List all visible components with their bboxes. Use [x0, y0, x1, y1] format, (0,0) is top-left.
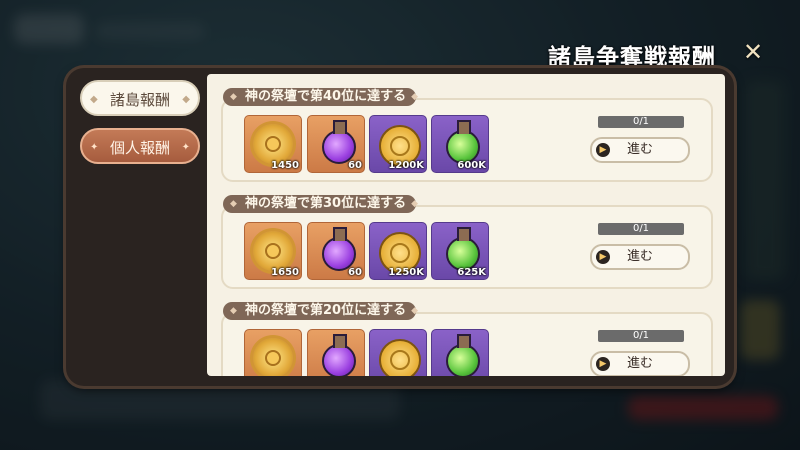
reward-slot[interactable]: 1450	[244, 115, 302, 173]
diamond-icon: ◆	[182, 94, 190, 105]
gear-token-icon	[253, 231, 293, 271]
progress-bar: 0/1	[598, 223, 684, 235]
reward-slot[interactable]: 600K	[431, 115, 489, 173]
go-button[interactable]: ▶ 進む	[590, 351, 690, 376]
modal-title: 諸島争奪戦報酬	[548, 45, 716, 71]
reward-slot[interactable]	[369, 329, 427, 376]
progress-bar: 0/1	[598, 116, 684, 128]
reward-count: 1450	[271, 160, 299, 171]
mission-header: ◆ 神の祭壇で第20位に達する ◆	[223, 302, 419, 320]
diamond-icon: ◆	[411, 199, 419, 209]
mission-header: ◆ 神の祭壇で第30位に達する ◆	[223, 195, 419, 213]
reward-count: 625K	[457, 267, 486, 278]
reward-slot[interactable]: 1200K	[369, 115, 427, 173]
go-button-label: 進む	[626, 142, 653, 157]
tab-personal-rewards[interactable]: ✦ 個人報酬 ✦	[80, 128, 200, 164]
diamond-icon: ◆	[230, 306, 237, 316]
green-potion-icon	[446, 227, 480, 271]
tab-label: 個人報酬	[109, 139, 170, 157]
reward-slot[interactable]	[431, 329, 489, 376]
reward-slot[interactable]: 60	[307, 115, 365, 173]
diamond-icon: ◆	[90, 94, 98, 105]
reward-count: 1200K	[388, 160, 424, 171]
reward-count: 600K	[457, 160, 486, 171]
progress-text: 0/1	[632, 330, 650, 341]
progress-text: 0/1	[632, 223, 650, 234]
tab-label: 諸島報酬	[109, 91, 170, 109]
reward-slot[interactable]: 625K	[431, 222, 489, 280]
mission-label: 神の祭壇で第20位に達する	[245, 303, 407, 318]
arrow-right-icon: ▶	[596, 143, 610, 157]
arrow-right-icon: ▶	[596, 250, 610, 264]
reward-count: 1250K	[388, 267, 424, 278]
reward-slot[interactable]: 1250K	[369, 222, 427, 280]
gold-coin-icon	[379, 339, 421, 376]
go-button-label: 進む	[626, 249, 653, 264]
diamond-icon: ◆	[230, 199, 237, 209]
purple-potion-icon	[322, 227, 356, 271]
reward-slot[interactable]	[307, 329, 365, 376]
gear-token-icon	[253, 124, 293, 164]
green-potion-icon	[446, 334, 480, 376]
go-button[interactable]: ▶ 進む	[590, 244, 690, 270]
mission-header: ◆ 神の祭壇で第40位に達する ◆	[223, 88, 419, 106]
progress-text: 0/1	[632, 116, 650, 127]
close-icon[interactable]: ✕	[740, 38, 766, 66]
mission-label: 神の祭壇で第40位に達する	[245, 89, 407, 104]
diamond-icon: ◆	[230, 92, 237, 102]
purple-potion-icon	[322, 120, 356, 164]
arrow-right-icon: ▶	[596, 357, 610, 371]
diamond-icon: ◆	[411, 92, 419, 102]
mission-label: 神の祭壇で第30位に達する	[245, 196, 407, 211]
purple-potion-icon	[322, 334, 356, 376]
go-button[interactable]: ▶ 進む	[590, 137, 690, 163]
reward-count: 60	[348, 267, 362, 278]
tab-island-rewards[interactable]: ◆ 諸島報酬 ◆	[80, 80, 200, 116]
sparkle-icon: ✦	[181, 142, 190, 153]
sparkle-icon: ✦	[90, 142, 99, 153]
reward-slot[interactable]	[244, 329, 302, 376]
reward-slot[interactable]: 60	[307, 222, 365, 280]
reward-count: 60	[348, 160, 362, 171]
gear-token-icon	[253, 338, 293, 376]
green-potion-icon	[446, 120, 480, 164]
diamond-icon: ◆	[411, 306, 419, 316]
go-button-label: 進む	[626, 356, 653, 371]
mission-list[interactable]: ◆ 神の祭壇で第40位に達する ◆ 1450 60 1200K 600K 0/1…	[207, 74, 725, 376]
reward-count: 1650	[271, 267, 299, 278]
progress-bar: 0/1	[598, 330, 684, 342]
reward-slot[interactable]: 1650	[244, 222, 302, 280]
